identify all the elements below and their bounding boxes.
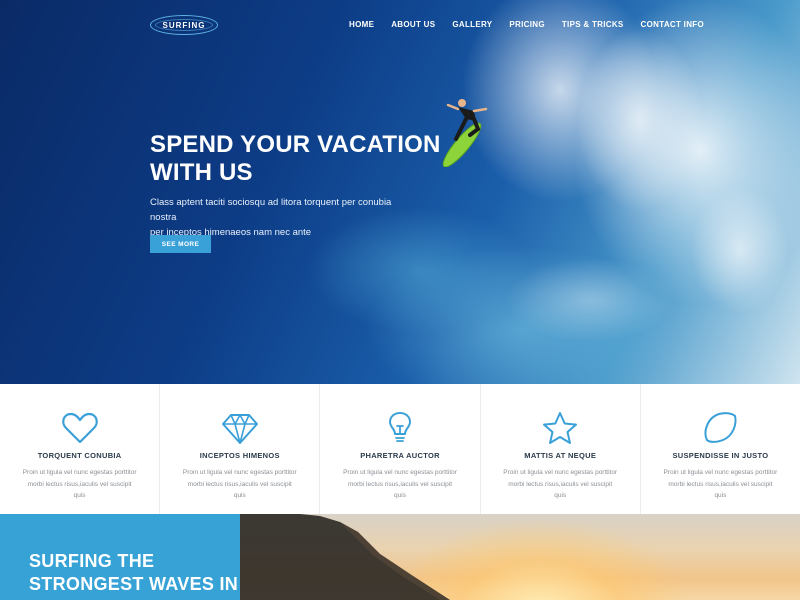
bottom-title-panel: SURFING THE STRONGEST WAVES IN	[0, 514, 240, 600]
hero-subtitle-line1: Class aptent taciti sociosqu ad litora t…	[150, 197, 392, 223]
feature-text-line2: morbi lectus risus,iaculis vel suscipit …	[508, 480, 613, 500]
feature-title: SUSPENDISSE IN JUSTO	[672, 451, 769, 460]
star-icon	[543, 412, 578, 444]
diamond-icon	[221, 414, 258, 444]
hero-title-line2: WITH US	[150, 159, 253, 186]
feature-card: SUSPENDISSE IN JUSTO Proin ut ligula vel…	[641, 384, 800, 514]
nav-gallery[interactable]: GALLERY	[452, 20, 492, 29]
feature-text: Proin ut ligula vel nunc egestas porttit…	[22, 467, 137, 502]
logo-text: SURFING	[162, 20, 206, 30]
nav-home[interactable]: HOME	[349, 20, 374, 29]
lightbulb-icon	[389, 412, 411, 442]
nav-tips-tricks[interactable]: TIPS & TRICKS	[562, 20, 624, 29]
hero-section: SURFING HOME ABOUT US GALLERY PRICING TI…	[0, 0, 800, 384]
feature-title: PHARETRA AUCTOR	[360, 451, 440, 460]
bottom-title: SURFING THE STRONGEST WAVES IN	[29, 550, 239, 596]
feature-text-line1: Proin ut ligula vel nunc egestas porttit…	[663, 469, 778, 476]
feature-text: Proin ut ligula vel nunc egestas porttit…	[342, 467, 457, 502]
feature-text-line1: Proin ut ligula vel nunc egestas porttit…	[503, 469, 618, 476]
nav-about-us[interactable]: ABOUT US	[391, 20, 435, 29]
feature-title: TORQUENT CONUBIA	[37, 451, 122, 460]
feature-text: Proin ut ligula vel nunc egestas porttit…	[503, 467, 618, 502]
feature-text: Proin ut ligula vel nunc egestas porttit…	[182, 467, 297, 502]
hero-subtitle: Class aptent taciti sociosqu ad litora t…	[150, 195, 420, 240]
wave-foam-background	[440, 0, 800, 384]
nav-contact-info[interactable]: CONTACT INFO	[641, 20, 704, 29]
feature-text-line1: Proin ut ligula vel nunc egestas porttit…	[182, 469, 297, 476]
feature-card: MATTIS AT NEQUE Proin ut ligula vel nunc…	[481, 384, 641, 514]
feature-card: PHARETRA AUCTOR Proin ut ligula vel nunc…	[320, 384, 481, 514]
feature-text-line2: morbi lectus risus,iaculis vel suscipit …	[187, 480, 292, 500]
hero-title: SPEND YOUR VACATION WITH US	[150, 131, 450, 187]
feature-text: Proin ut ligula vel nunc egestas porttit…	[663, 467, 778, 502]
feature-title: MATTIS AT NEQUE	[524, 451, 597, 460]
feature-card: TORQUENT CONUBIA Proin ut ligula vel nun…	[0, 384, 161, 514]
bottom-section: SURFING THE STRONGEST WAVES IN	[0, 514, 800, 600]
bottom-title-line1: SURFING THE	[29, 551, 155, 571]
feature-text-line2: morbi lectus risus,iaculis vel suscipit …	[668, 480, 773, 500]
lemon-icon	[704, 412, 737, 443]
feature-text-line1: Proin ut ligula vel nunc egestas porttit…	[22, 469, 137, 476]
bottom-title-line2: STRONGEST WAVES IN	[29, 574, 239, 594]
main-nav: HOME ABOUT US GALLERY PRICING TIPS & TRI…	[349, 20, 721, 29]
hero-title-line1: SPEND YOUR VACATION	[150, 131, 441, 158]
site-logo[interactable]: SURFING	[150, 15, 218, 35]
heart-icon	[61, 412, 98, 444]
feature-text-line1: Proin ut ligula vel nunc egestas porttit…	[343, 469, 457, 476]
see-more-button[interactable]: SEE MORE	[150, 235, 211, 253]
feature-card: INCEPTOS HIMENOS Proin ut ligula vel nun…	[160, 384, 321, 514]
nav-pricing[interactable]: PRICING	[509, 20, 544, 29]
feature-text-line2: morbi lectus risus,iaculis vel suscipit …	[347, 480, 453, 500]
feature-text-line2: morbi lectus risus,iaculis vel suscipit …	[27, 480, 132, 500]
features-section: TORQUENT CONUBIA Proin ut ligula vel nun…	[0, 384, 800, 514]
feature-title: INCEPTOS HIMENOS	[199, 451, 280, 460]
mountain-silhouette	[240, 514, 450, 600]
